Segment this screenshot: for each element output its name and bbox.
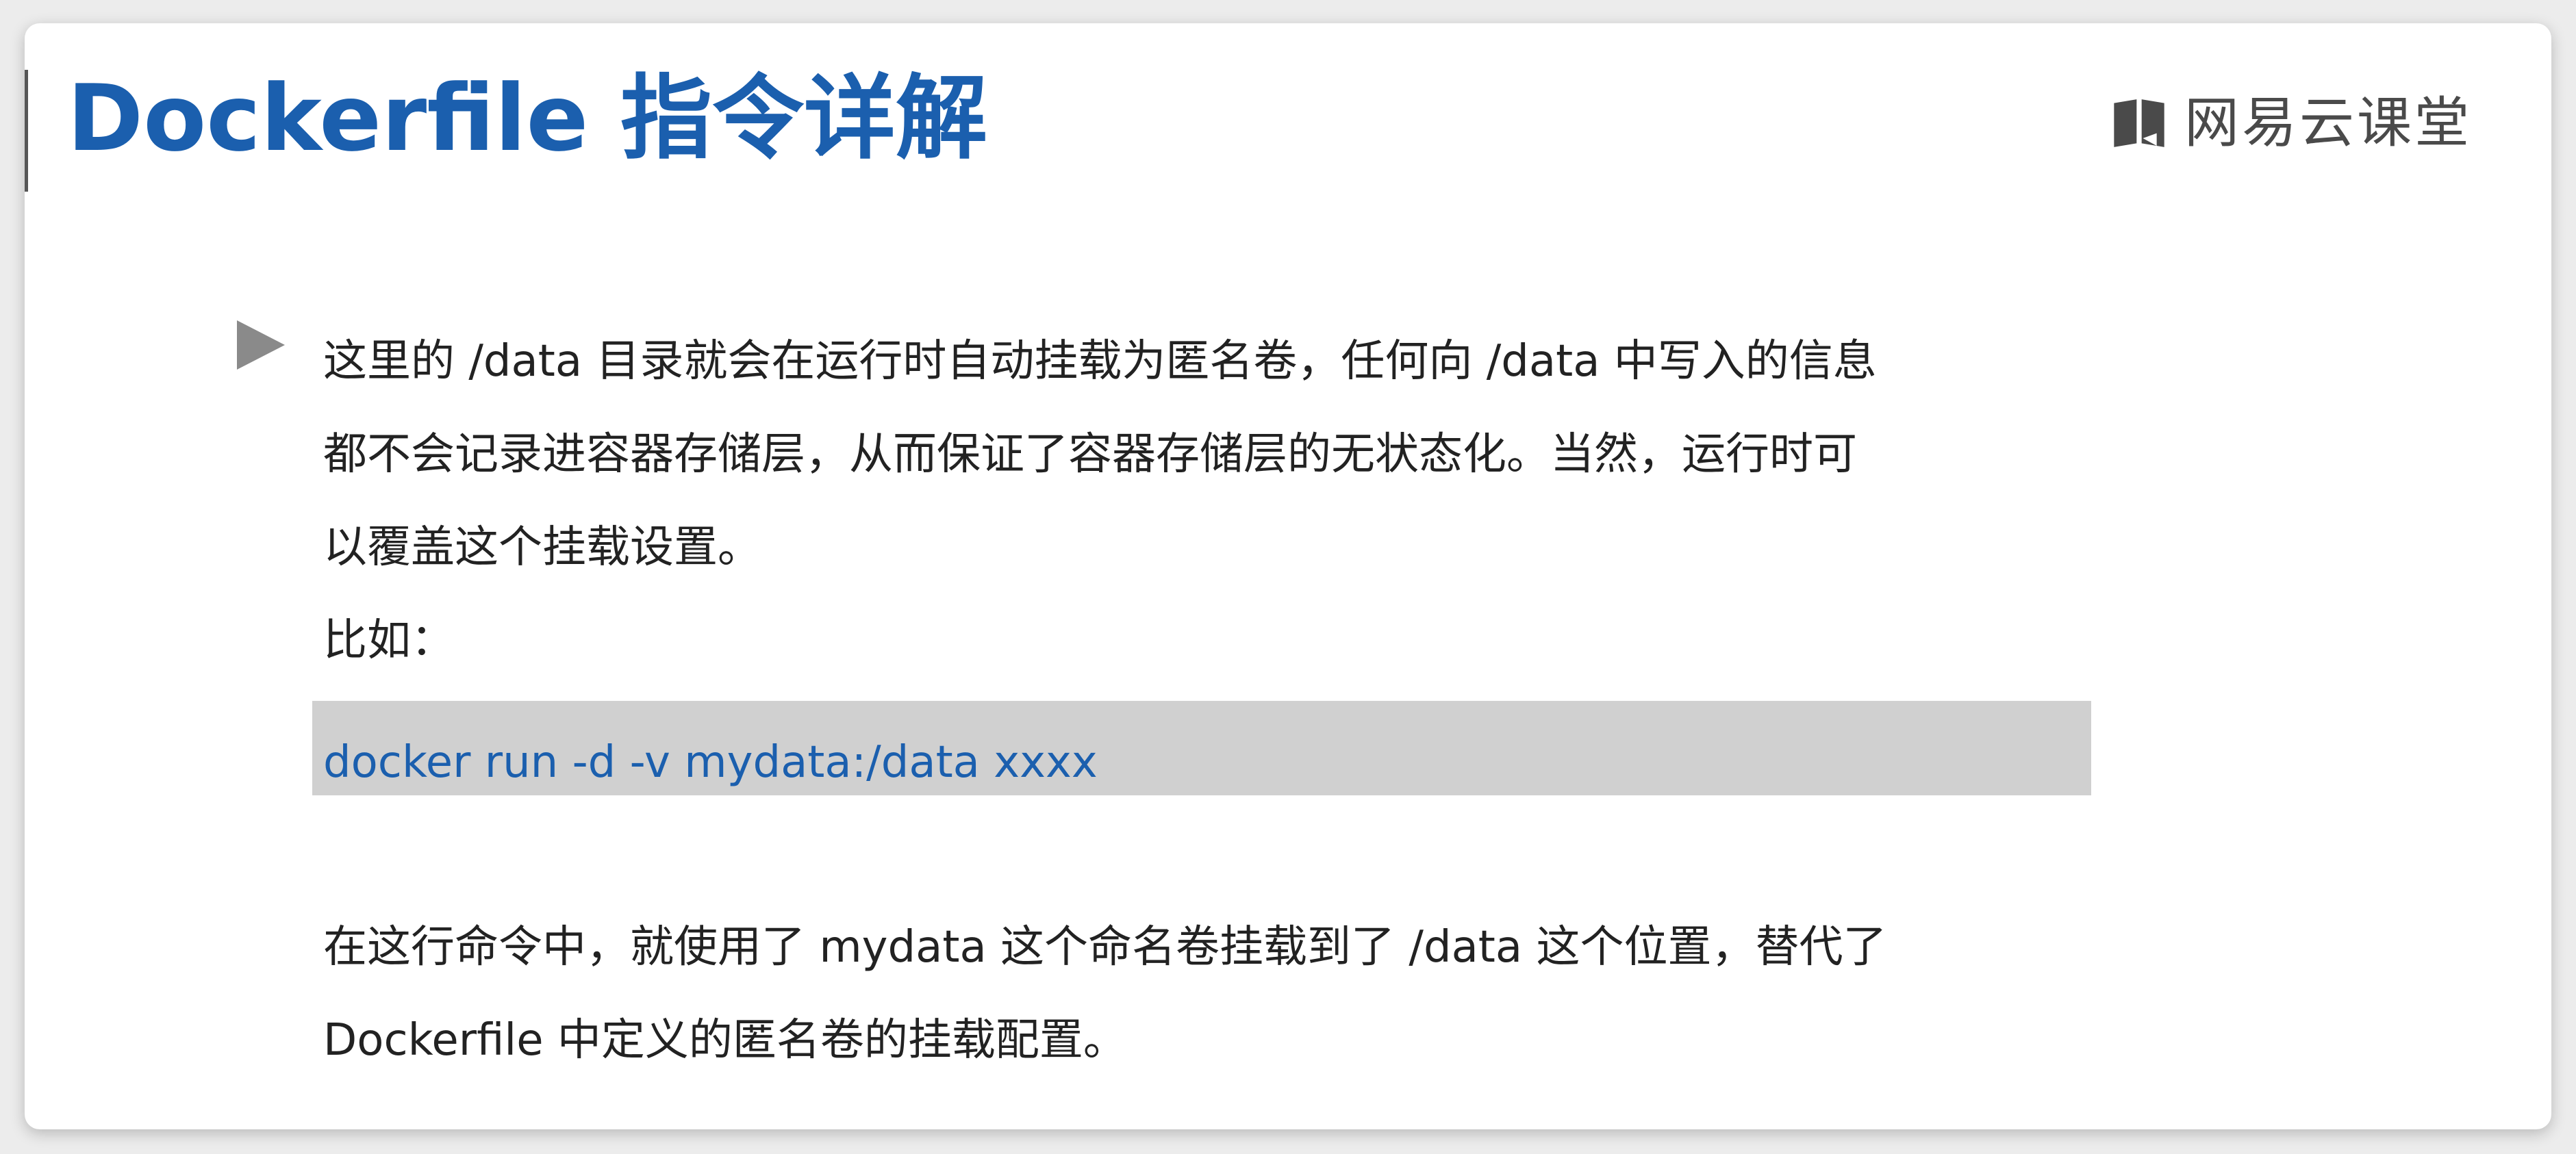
code-text: docker run -d -v mydata:/data xxxx [323,737,1098,788]
paragraph-line: 以覆盖这个挂载设置。 [323,522,761,573]
brand-logo: 网易云课堂 [2109,93,2472,153]
brand-name: 网易云课堂 [2184,91,2472,155]
paragraph-line: 这里的 /data 目录就会在运行时自动挂载为匿名卷，任何向 /data 中写入… [323,336,1877,387]
paragraph-line: 在这行命令中，就使用了 mydata 这个命名卷挂载到了 /data 这个位置，… [323,922,1887,973]
slide-title: Dockerfile 指令详解 [67,65,987,172]
paragraph-line: 比如： [323,615,455,666]
title-accent-bar [25,70,28,192]
paragraph-line: Dockerfile 中定义的匿名卷的挂载配置。 [323,1015,1127,1066]
bullet-paragraph: 这里的 /data 目录就会在运行时自动挂载为匿名卷，任何向 /data 中写入… [323,315,2186,687]
paragraph-line: 都不会记录进容器存储层，从而保证了容器存储层的无状态化。当然，运行时可 [323,429,1857,480]
book-icon [2114,99,2164,147]
explanation-paragraph: 在这行命令中，就使用了 mydata 这个命名卷挂载到了 /data 这个位置，… [323,901,2186,1087]
code-block: docker run -d -v mydata:/data xxxx [312,701,2091,795]
triangle-right-icon [237,320,285,370]
slide: Dockerfile 指令详解 网易云课堂 这里的 /data 目录就会在运行时… [25,23,2551,1129]
